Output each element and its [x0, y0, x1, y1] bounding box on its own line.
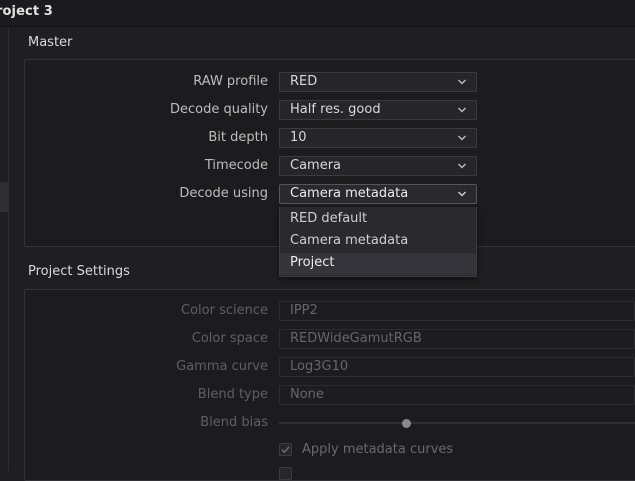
decode-using-dropdown[interactable]: Camera metadata [279, 184, 477, 204]
sidebar-selection-marker[interactable] [0, 182, 8, 212]
color-science-value: IPP2 [290, 303, 318, 318]
menu-item-red-default[interactable]: RED default [280, 209, 476, 231]
bit-depth-label: Bit depth [208, 130, 268, 145]
chevron-down-icon [458, 135, 466, 141]
decode-quality-value: Half res. good [290, 102, 381, 117]
chevron-down-icon [458, 107, 466, 113]
raw-profile-label: RAW profile [193, 74, 268, 89]
chevron-down-icon [458, 79, 466, 85]
gamma-curve-value: Log3G10 [290, 359, 349, 374]
menu-item-camera-metadata[interactable]: Camera metadata [280, 231, 476, 253]
raw-profile-dropdown[interactable]: RED [279, 72, 477, 92]
decode-using-value: Camera metadata [290, 186, 409, 201]
bit-depth-dropdown[interactable]: 10 [279, 128, 477, 148]
chevron-down-icon [458, 163, 466, 169]
blend-bias-slider-track[interactable] [279, 422, 635, 424]
timecode-label: Timecode [204, 158, 268, 173]
blend-type-value: None [290, 387, 324, 402]
color-science-field: IPP2 [279, 301, 635, 321]
bit-depth-value: 10 [290, 130, 307, 145]
gamma-curve-field: Log3G10 [279, 357, 635, 377]
master-section-title: Master [28, 35, 73, 50]
checkmark-icon [281, 446, 290, 454]
chevron-down-icon [458, 191, 466, 197]
color-space-value: REDWideGamutRGB [290, 331, 422, 346]
second-checkbox-partial[interactable] [279, 467, 292, 480]
decode-using-label: Decode using [179, 186, 268, 201]
timecode-value: Camera [290, 158, 342, 173]
timecode-dropdown[interactable]: Camera [279, 156, 477, 176]
apply-metadata-curves-checkbox[interactable] [279, 443, 292, 456]
raw-profile-value: RED [290, 74, 318, 89]
color-space-field: REDWideGamutRGB [279, 329, 635, 349]
blend-bias-label: Blend bias [200, 415, 268, 430]
gamma-curve-label: Gamma curve [176, 359, 268, 374]
color-space-label: Color space [191, 331, 268, 346]
color-science-label: Color science [181, 303, 268, 318]
sidebar-divider [8, 27, 9, 471]
decode-quality-label: Decode quality [170, 102, 268, 117]
decode-using-menu: RED default Camera metadata Project [279, 207, 477, 277]
window-titlebar: roject 3 [0, 0, 635, 27]
blend-type-field: None [279, 385, 635, 405]
blend-bias-slider-thumb[interactable] [402, 419, 411, 428]
apply-metadata-curves-label: Apply metadata curves [302, 442, 454, 457]
project-settings-section-title: Project Settings [28, 264, 130, 279]
menu-item-project[interactable]: Project [280, 253, 476, 275]
blend-type-label: Blend type [197, 387, 268, 402]
window-title: roject 3 [0, 4, 53, 19]
decode-quality-dropdown[interactable]: Half res. good [279, 100, 477, 120]
